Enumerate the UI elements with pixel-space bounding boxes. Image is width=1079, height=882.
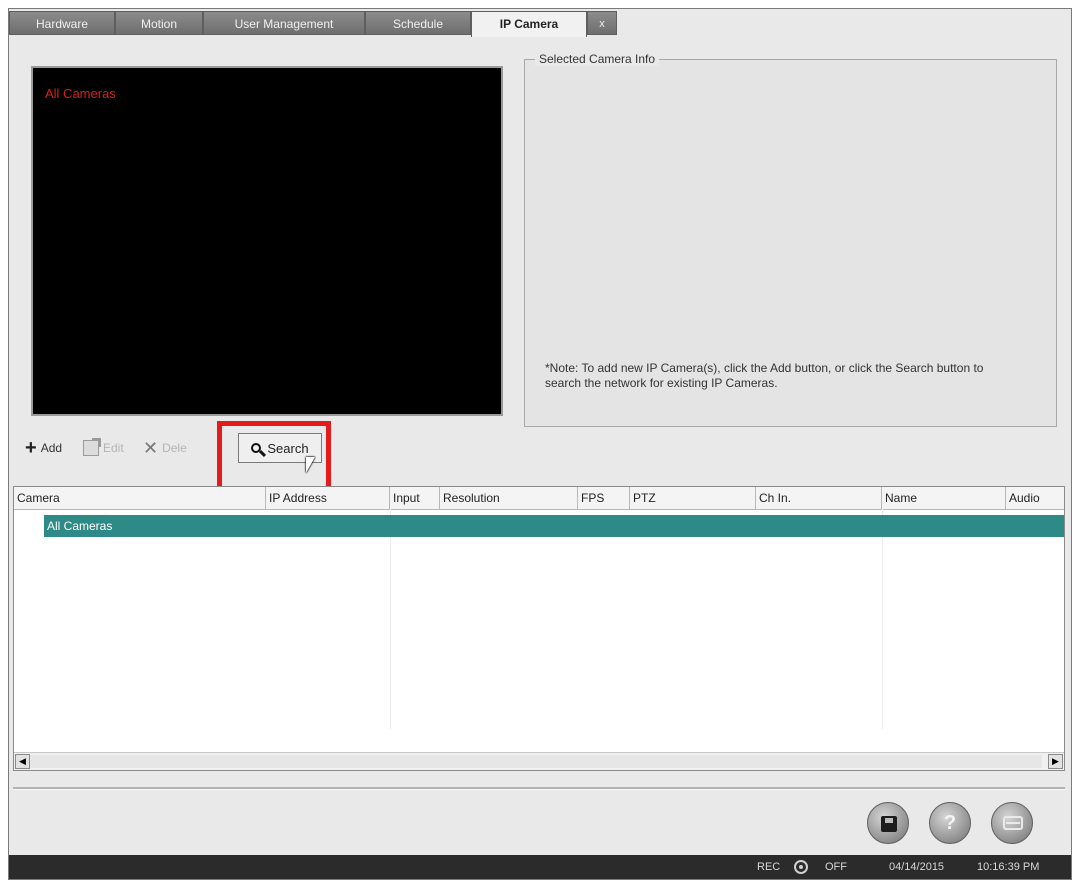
status-time: 10:16:39 PM [977,861,1040,873]
tab-bar: Hardware Motion User Management Schedule… [9,9,1071,37]
column-resolution[interactable]: Resolution [440,487,578,509]
column-ch-in[interactable]: Ch In. [756,487,882,509]
tab-ip-camera[interactable]: IP Camera [471,11,587,37]
camera-table: Camera IP Address Input Resolution FPS P… [13,486,1065,771]
column-name[interactable]: Name [882,487,1006,509]
table-header: Camera IP Address Input Resolution FPS P… [14,487,1064,510]
edit-icon [83,438,101,456]
rec-state: OFF [825,861,847,873]
column-camera[interactable]: Camera [14,487,266,509]
delete-icon: ✕ [143,438,159,458]
column-fps[interactable]: FPS [578,487,630,509]
help-button[interactable]: ? [929,802,971,844]
tab-schedule[interactable]: Schedule [365,11,471,35]
add-button[interactable]: + Add [25,437,62,459]
tab-motion[interactable]: Motion [115,11,203,35]
selected-camera-info-group: Selected Camera Info *Note: To add new I… [524,52,1057,427]
status-date: 04/14/2015 [889,861,945,873]
search-label: Search [267,440,309,456]
camera-preview[interactable]: All Cameras [31,66,503,416]
column-divider [390,509,391,729]
plus-icon: + [25,437,37,459]
scroll-right-icon[interactable]: ▶ [1048,754,1063,769]
column-input[interactable]: Input [390,487,440,509]
exit-button[interactable] [991,802,1033,844]
floppy-disk-icon [881,816,897,832]
edit-button[interactable]: Edit [83,437,124,459]
mouse-cursor-icon [306,457,315,473]
selected-camera-info-legend: Selected Camera Info [535,52,660,66]
horizontal-scrollbar[interactable]: ◀ ▶ [14,752,1064,770]
edit-label: Edit [103,441,124,455]
delete-button[interactable]: ✕ Dele [143,437,187,459]
preview-label: All Cameras [45,86,116,101]
exit-icon [1003,816,1023,830]
ip-camera-settings-window: Hardware Motion User Management Schedule… [8,8,1072,880]
status-bar: REC OFF 04/14/2015 10:16:39 PM [9,855,1071,879]
column-ip-address[interactable]: IP Address [266,487,390,509]
scroll-thumb[interactable] [30,755,1042,768]
tab-user-management[interactable]: User Management [203,11,365,35]
rec-label: REC [757,861,781,873]
tab-close-icon[interactable]: x [587,11,617,35]
save-button[interactable] [867,802,909,844]
tab-hardware[interactable]: Hardware [9,11,115,35]
add-camera-note: *Note: To add new IP Camera(s), click th… [545,361,984,390]
divider [13,787,1065,790]
delete-label: Dele [162,441,187,455]
record-icon [794,860,808,874]
column-divider [882,509,883,729]
question-mark-icon: ? [943,812,957,834]
scroll-left-icon[interactable]: ◀ [15,754,30,769]
search-icon [251,443,262,453]
column-audio[interactable]: Audio [1006,487,1064,509]
column-ptz[interactable]: PTZ [630,487,756,509]
table-row[interactable]: All Cameras [44,515,1064,537]
add-label: Add [40,441,63,455]
